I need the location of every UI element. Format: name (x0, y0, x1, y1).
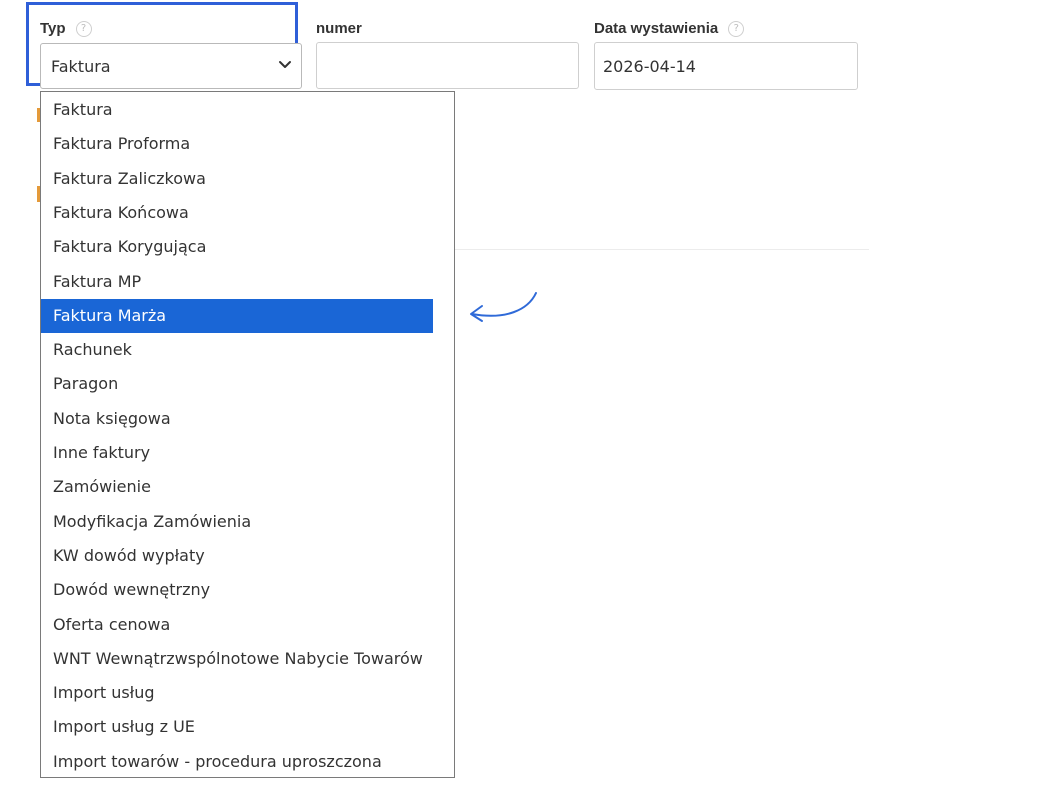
dropdown-option[interactable]: Paragon (41, 367, 433, 401)
dropdown-option[interactable]: Import usług z UE (41, 710, 433, 744)
dropdown-option[interactable]: Rachunek (41, 333, 433, 367)
dropdown-option[interactable]: Import towarów - procedura uproszczona (41, 745, 433, 777)
number-input[interactable] (316, 42, 579, 89)
dropdown-option[interactable]: Inne faktury (41, 436, 433, 470)
issue-date-label-text: Data wystawienia (594, 20, 719, 37)
dropdown-option[interactable]: Faktura Zaliczkowa (41, 162, 433, 196)
typ-label: Typ ? (40, 20, 92, 37)
dropdown-option[interactable]: Oferta cenowa (41, 608, 433, 642)
type-dropdown-list[interactable]: Faktura Faktura Proforma Faktura Zaliczkow… (40, 91, 455, 778)
number-label-text: numer (316, 20, 362, 37)
type-select[interactable]: Faktura (40, 43, 302, 89)
dropdown-option[interactable]: Faktura Marża (41, 298, 433, 333)
section-divider (455, 249, 869, 250)
typ-label-text: Typ (40, 20, 66, 37)
dropdown-option[interactable]: Modyfikacja Zamówienia (41, 505, 433, 539)
curved-arrow-left-icon (470, 292, 537, 322)
type-select-value: Faktura (51, 56, 111, 76)
dropdown-option[interactable]: WNT Wewnątrzwspólnotowe Nabycie Towarów (41, 642, 433, 676)
dropdown-option[interactable]: KW dowód wypłaty (41, 539, 433, 573)
dropdown-option[interactable]: Nota księgowa (41, 402, 433, 436)
dropdown-option[interactable]: Faktura (41, 93, 433, 127)
dropdown-option[interactable]: Dowód wewnętrzny (41, 573, 433, 607)
dropdown-option[interactable]: Faktura Końcowa (41, 196, 433, 230)
dropdown-option[interactable]: Zamówienie (41, 470, 433, 504)
question-circle-icon[interactable]: ? (728, 20, 745, 37)
dropdown-option[interactable]: Faktura MP (41, 265, 433, 299)
number-label: numer (316, 20, 362, 37)
issue-date-label: Data wystawienia ? (594, 20, 745, 37)
question-circle-icon[interactable]: ? (75, 20, 92, 37)
dropdown-option[interactable]: Faktura Proforma (41, 127, 433, 161)
chevron-down-icon (279, 61, 291, 68)
dropdown-option[interactable]: Import usług (41, 676, 433, 710)
issue-date-input[interactable]: 2026-04-14 (594, 42, 858, 90)
issue-date-value: 2026-04-14 (603, 56, 696, 76)
dropdown-option[interactable]: Faktura Korygująca (41, 230, 433, 264)
